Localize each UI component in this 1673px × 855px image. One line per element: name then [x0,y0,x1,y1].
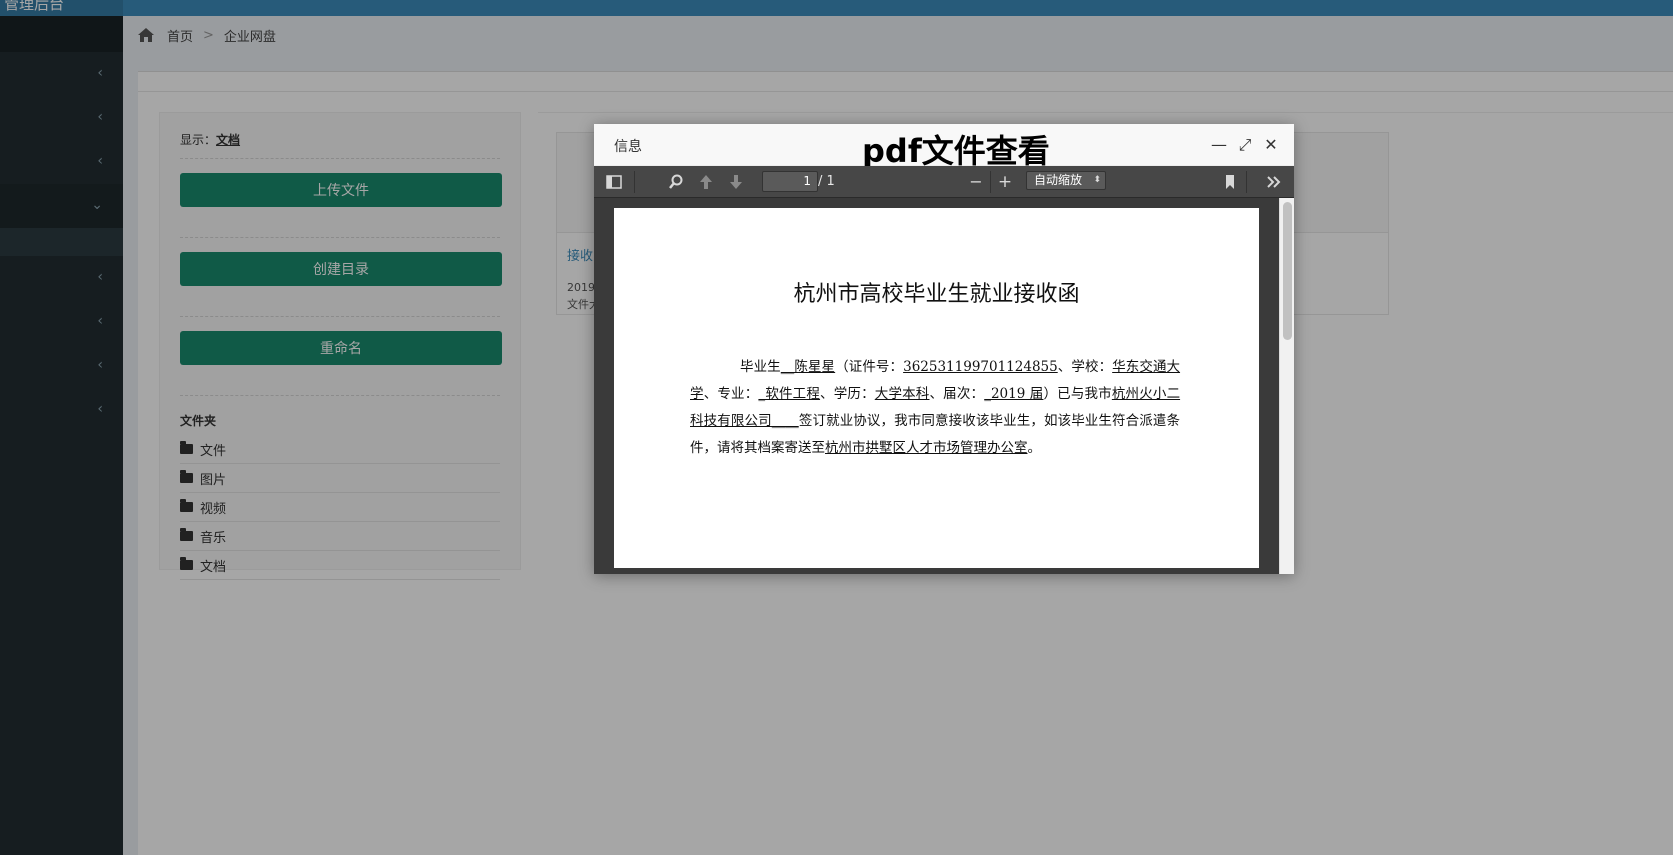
maximize-icon[interactable]: ⤢ [1236,136,1254,154]
scrollbar-thumb[interactable] [1283,202,1292,340]
pdf-page: 杭州市高校毕业生就业接收函 毕业生__陈星星（证件号：3625311997011… [614,208,1259,568]
next-page-icon[interactable] [728,172,744,192]
pdf-viewer-dialog: 信息 pdf文件查看 — ⤢ ✕ 1 / 1 − + 自动缩放 ⬍ 杭州市高校毕业… [594,124,1294,574]
minimize-icon[interactable]: — [1210,136,1228,154]
dialog-title: 信息 [614,139,642,155]
zoom-select[interactable]: 自动缩放 ⬍ [1026,171,1106,190]
page-total: / 1 [818,174,835,189]
pdf-toolbar: 1 / 1 − + 自动缩放 ⬍ [594,166,1294,198]
archive-office: 杭州市拱墅区人才市场管理办公室 [825,440,1028,456]
graduation-year: _2019 届 [984,386,1044,402]
pdf-viewer: 1 / 1 − + 自动缩放 ⬍ 杭州市高校毕业生就业接收函 毕业生__陈星星（证… [594,166,1294,574]
zoom-out-button[interactable]: − [968,172,984,192]
document-body: 毕业生__陈星星（证件号：362531199701124855、学校：华东交通大… [690,359,1181,456]
toolbar-separator [1246,171,1247,193]
zoom-in-button[interactable]: + [997,172,1013,192]
pdf-document-area[interactable]: 杭州市高校毕业生就业接收函 毕业生__陈星星（证件号：3625311997011… [594,198,1294,574]
page-number-input[interactable]: 1 [762,171,818,192]
close-icon[interactable]: ✕ [1262,136,1280,154]
search-icon[interactable] [668,172,684,192]
vertical-scrollbar[interactable] [1279,198,1294,574]
sidebar-toggle-icon[interactable] [606,172,622,192]
document-title: 杭州市高校毕业生就业接收函 [793,282,1080,307]
toolbar-separator [990,171,991,193]
major: _软件工程 [758,386,821,402]
toolbar-separator [634,171,635,193]
dialog-header[interactable]: 信息 pdf文件查看 — ⤢ ✕ [594,124,1294,170]
degree: 大学本科 [874,386,930,402]
id-number: 362531199701124855 [903,359,1058,375]
previous-page-icon[interactable] [698,172,714,192]
graduate-name: __陈星星 [780,359,836,375]
select-arrows-icon: ⬍ [1093,175,1101,185]
bookmark-icon[interactable] [1224,172,1236,192]
tools-expand-icon[interactable] [1266,172,1282,192]
